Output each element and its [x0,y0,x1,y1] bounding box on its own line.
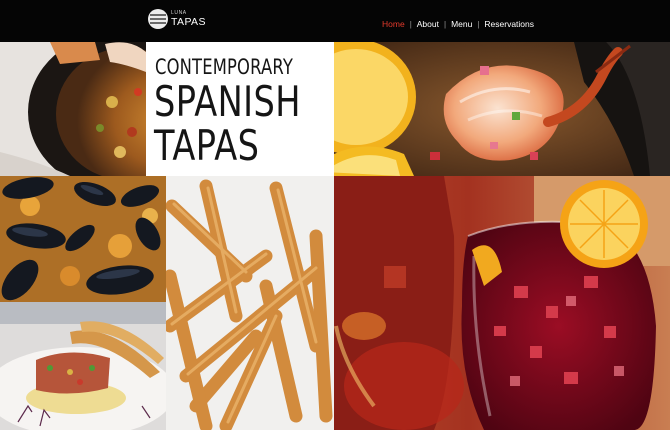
main-nav: Home | About | Menu | Reservations [382,19,534,29]
logo-icon [148,9,168,29]
nav-link-home[interactable]: Home [382,19,405,29]
nav-separator: | [477,19,480,29]
hero-title-line-1: CONTEMPORARY [155,55,293,79]
nav-link-menu[interactable]: Menu [451,19,472,29]
paella-photo [0,42,146,176]
nav-link-about[interactable]: About [417,19,439,29]
nav-separator: | [443,19,447,29]
mussels-photo [0,176,166,302]
hero-title-panel: CONTEMPORARY SPANISH TAPAS [146,42,334,176]
hero-title-line-2: SPANISH [154,77,301,126]
top-navigation-bar: LUNA TAPAS Home | About | Menu | Reserva… [0,0,670,42]
churros-photo [166,176,334,430]
nav-link-reservations[interactable]: Reservations [484,19,534,29]
shrimp-photo [334,42,670,176]
tartare-plate-photo [0,302,166,430]
site-logo[interactable]: LUNA TAPAS [148,9,206,29]
sangria-photo [334,176,670,430]
logo-big-text: TAPAS [171,15,206,28]
hero-title-line-3: TAPAS [154,121,260,170]
logo-text: LUNA TAPAS [171,9,206,28]
logo-small-text: LUNA [171,9,187,16]
nav-separator: | [409,19,412,29]
